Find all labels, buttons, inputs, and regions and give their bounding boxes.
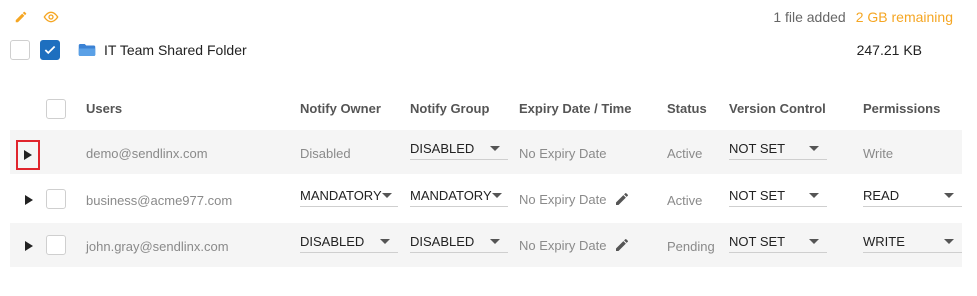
- folder-size: 247.21 KB: [856, 42, 922, 58]
- files-added-text: 1 file added: [773, 9, 846, 25]
- expand-row-button[interactable]: [16, 140, 40, 170]
- caret-down-icon: [491, 193, 502, 198]
- upload-summary: 1 file added 2 GB remaining: [773, 9, 953, 25]
- version-control-select[interactable]: NOT SET: [729, 223, 827, 253]
- permissions-value: READ: [863, 188, 900, 203]
- notify-group-select[interactable]: DISABLED: [410, 223, 508, 253]
- row-select-checkbox[interactable]: [46, 235, 66, 255]
- caret-down-icon: [944, 193, 954, 198]
- expiry-field: No Expiry Date: [519, 237, 630, 253]
- status-value: Pending: [667, 239, 715, 254]
- folder-row: IT Team Shared Folder 247.21 KB: [10, 38, 960, 62]
- version-control-value: NOT SET: [729, 234, 786, 249]
- permissions-select[interactable]: READ: [863, 177, 962, 207]
- notify-group-value: MANDATORY: [410, 188, 492, 203]
- notify-owner-value: DISABLED: [300, 234, 365, 249]
- pencil-icon[interactable]: [12, 8, 30, 26]
- notify-owner-select[interactable]: MANDATORY: [300, 177, 398, 207]
- user-email: demo@sendlinx.com: [86, 146, 208, 161]
- expiry-value: No Expiry Date: [519, 237, 607, 253]
- caret-down-icon: [809, 193, 819, 198]
- notify-owner-select[interactable]: DISABLED: [300, 223, 398, 253]
- row-select-checkbox[interactable]: [46, 189, 66, 209]
- caret-down-icon: [490, 146, 500, 151]
- remaining-space-text: 2 GB remaining: [855, 9, 953, 25]
- check-icon: [44, 45, 56, 55]
- play-icon: [25, 241, 33, 251]
- table-row: john.gray@sendlinx.com DISABLED DISABLED…: [10, 223, 962, 267]
- folder-name: IT Team Shared Folder: [104, 42, 247, 58]
- play-icon: [24, 150, 32, 160]
- user-email: business@acme977.com: [86, 193, 233, 208]
- caret-down-icon: [380, 239, 390, 244]
- expiry-value: No Expiry Date: [519, 191, 607, 207]
- notify-group-value: DISABLED: [410, 141, 475, 156]
- permissions-select[interactable]: WRITE: [863, 223, 962, 253]
- user-email: john.gray@sendlinx.com: [86, 239, 229, 254]
- status-value: Active: [667, 146, 703, 161]
- eye-icon[interactable]: [42, 8, 60, 26]
- caret-down-icon: [381, 193, 392, 198]
- select-all-checkbox[interactable]: [46, 99, 66, 119]
- table-header: Users Notify Owner Notify Group Expiry D…: [10, 96, 962, 122]
- caret-down-icon: [944, 239, 954, 244]
- edit-expiry-pencil-icon[interactable]: [614, 237, 630, 253]
- edit-expiry-pencil-icon[interactable]: [614, 191, 630, 207]
- notify-owner-value: Disabled: [300, 146, 351, 161]
- status-value: Active: [667, 193, 703, 208]
- notify-owner-value: MANDATORY: [300, 188, 382, 203]
- col-notify-owner: Notify Owner: [300, 101, 381, 116]
- folder-include-checkbox[interactable]: [40, 40, 60, 60]
- version-control-value: NOT SET: [729, 141, 786, 156]
- col-users: Users: [86, 101, 123, 116]
- version-control-select[interactable]: NOT SET: [729, 177, 827, 207]
- expiry-field: No Expiry Date: [519, 191, 630, 207]
- notify-group-select[interactable]: MANDATORY: [410, 177, 508, 207]
- notify-group-select[interactable]: DISABLED: [410, 130, 508, 160]
- notify-group-value: DISABLED: [410, 234, 475, 249]
- folder-select-checkbox[interactable]: [10, 40, 30, 60]
- table-row: demo@sendlinx.com Disabled DISABLED No E…: [10, 130, 962, 174]
- expand-row-button[interactable]: [18, 235, 40, 257]
- expiry-value: No Expiry Date: [519, 146, 607, 161]
- permissions-value: WRITE: [863, 234, 905, 249]
- version-control-select[interactable]: NOT SET: [729, 130, 827, 160]
- caret-down-icon: [809, 239, 819, 244]
- folder-icon: [78, 43, 96, 57]
- table-row: business@acme977.com MANDATORY MANDATORY…: [10, 177, 962, 221]
- caret-down-icon: [809, 146, 819, 151]
- col-expiry: Expiry Date / Time: [519, 101, 632, 116]
- col-permissions: Permissions: [863, 101, 941, 116]
- version-control-value: NOT SET: [729, 188, 786, 203]
- col-version-control: Version Control: [729, 101, 826, 116]
- col-notify-group: Notify Group: [410, 101, 490, 116]
- expand-row-button[interactable]: [18, 189, 40, 211]
- caret-down-icon: [490, 239, 500, 244]
- play-icon: [25, 195, 33, 205]
- top-actions: [12, 8, 60, 26]
- col-status: Status: [667, 101, 707, 116]
- permissions-value: Write: [863, 146, 894, 161]
